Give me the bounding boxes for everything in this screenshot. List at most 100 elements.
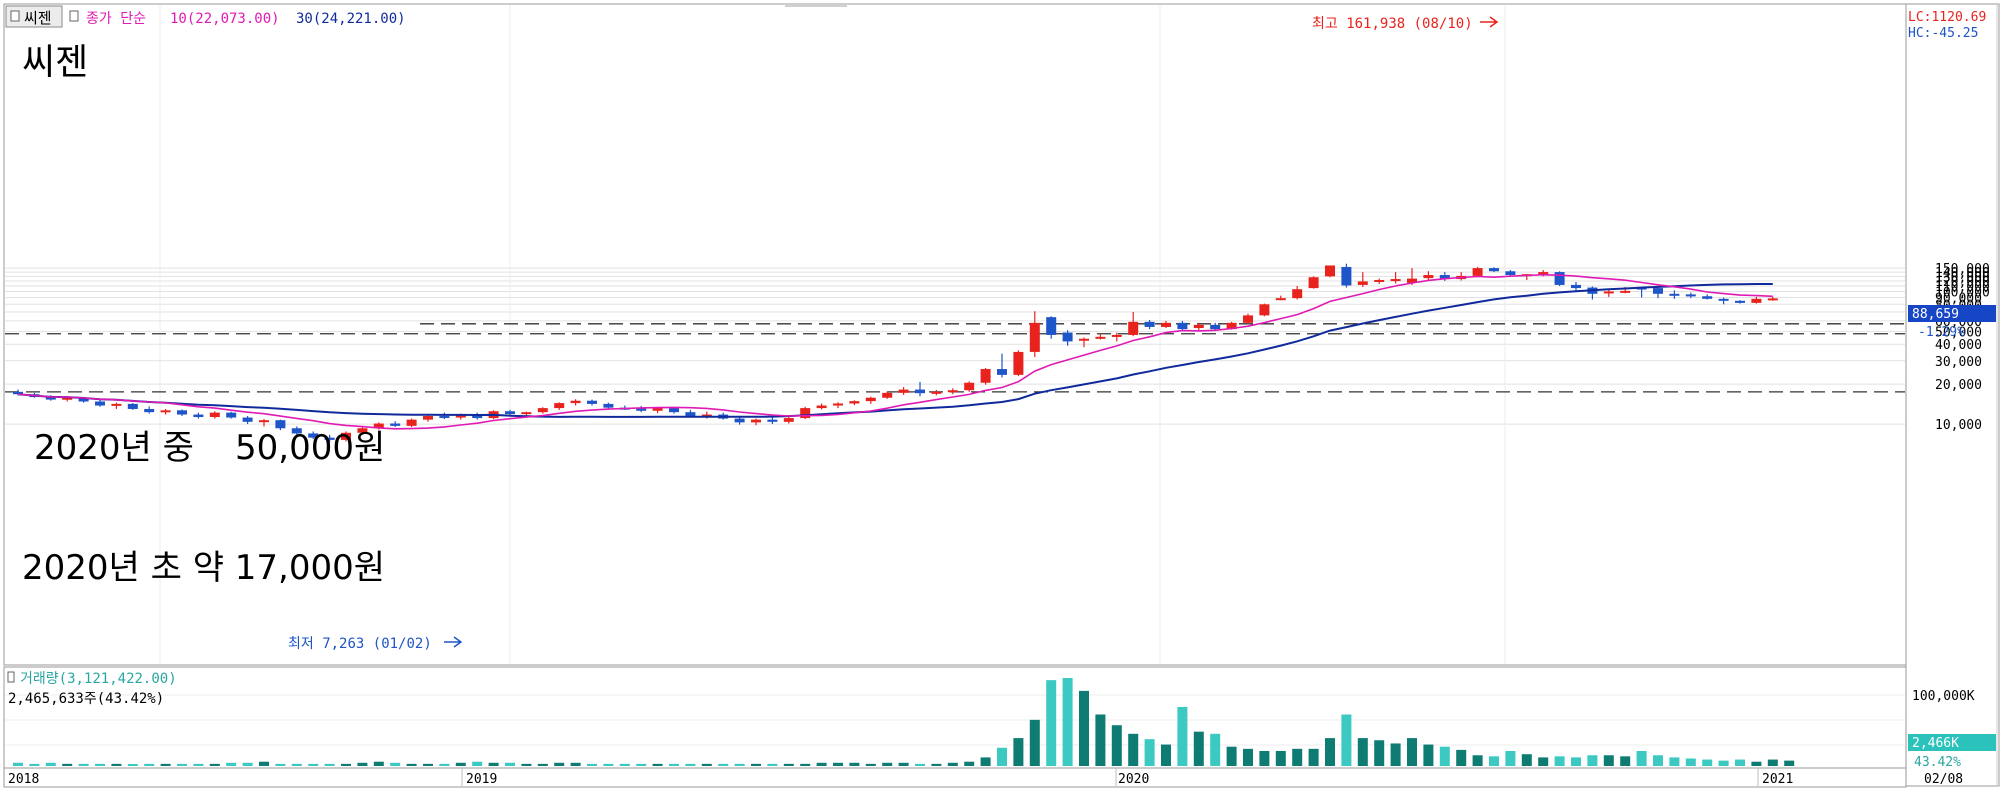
- volume-checkbox-icon[interactable]: [7, 671, 15, 683]
- volume-bar: [767, 763, 778, 766]
- volume-bar: [1374, 740, 1385, 766]
- volume-bar: [144, 763, 155, 766]
- candle-body: [537, 408, 548, 413]
- volume-bar: [554, 762, 565, 766]
- volume-bar: [800, 763, 811, 766]
- volume-bar: [13, 762, 23, 766]
- candle-body: [1718, 298, 1729, 301]
- volume-bar: [964, 761, 975, 766]
- candle-body: [833, 403, 843, 406]
- volume-bar: [1423, 744, 1434, 766]
- volume-badge-value: 2,466K: [1912, 736, 1959, 751]
- volume-bar: [1685, 758, 1696, 766]
- candle-body: [1390, 279, 1401, 282]
- candle-body: [1243, 315, 1253, 323]
- volume-badge-pct: 43.42%: [1914, 755, 1961, 770]
- volume-bar: [833, 762, 843, 766]
- volume-bar: [1489, 756, 1499, 766]
- low-label: 최저 7,263 (01/02): [288, 636, 432, 652]
- tab-checkbox-icon[interactable]: [10, 10, 20, 22]
- volume-bar: [1325, 738, 1335, 766]
- volume-bar: [1095, 714, 1106, 766]
- candle-body: [1210, 324, 1221, 330]
- volume-bar: [95, 763, 105, 766]
- volume-bar: [1653, 755, 1663, 766]
- candle-body: [1374, 280, 1385, 283]
- volume-bar: [1505, 750, 1516, 766]
- mid2020-label: 2020년 중: [34, 428, 194, 468]
- candle-body: [652, 408, 663, 411]
- candle-body: [1144, 321, 1155, 327]
- candle-body: [1505, 271, 1516, 276]
- candle-body: [1275, 298, 1286, 301]
- xaxis-2021: 2021: [1762, 772, 1793, 787]
- candle-body: [406, 419, 417, 426]
- ma10-label: 10(22,073.00): [170, 11, 280, 27]
- volume-bar: [1193, 731, 1204, 766]
- volume-bar: [423, 763, 433, 766]
- candle-body: [1571, 284, 1581, 289]
- candle-body: [554, 403, 565, 409]
- candle-body: [964, 382, 975, 391]
- stock-tab-label[interactable]: 씨젠: [24, 9, 52, 27]
- toolbar-stub: [785, 4, 847, 7]
- volume-bar: [669, 763, 679, 766]
- hc-label: HC:-45.25: [1908, 26, 1978, 41]
- volume-bar: [1735, 759, 1745, 766]
- volume-bar: [1029, 719, 1040, 766]
- volume-bar: [193, 763, 204, 766]
- candle-body: [160, 410, 171, 413]
- candle-body: [1767, 298, 1778, 301]
- candle-body: [669, 408, 679, 413]
- volume-bar: [1210, 733, 1221, 766]
- volume-bar: [1603, 755, 1614, 766]
- volume-bar: [1784, 760, 1795, 766]
- price-tick-label: 20,000: [1935, 378, 1982, 393]
- volume-bar: [472, 761, 483, 766]
- candle-body: [1702, 296, 1713, 299]
- candle-body: [882, 392, 893, 398]
- candle-body: [1489, 268, 1499, 272]
- volume-bar: [1144, 739, 1155, 766]
- candle-body: [1193, 324, 1204, 329]
- volume-bar: [1259, 750, 1270, 766]
- volume-bar: [718, 763, 729, 766]
- candle-body: [1062, 332, 1073, 342]
- volume-bar: [1620, 756, 1631, 766]
- candle-body: [734, 418, 745, 423]
- candle-body: [865, 397, 876, 402]
- volume-bar: [537, 763, 548, 766]
- ma30-label: 30(24,221.00): [296, 11, 406, 27]
- volume-bar: [1390, 743, 1401, 766]
- candle-body: [209, 412, 220, 418]
- stock-chart: 150,000140,000130,000120,000110,000100,0…: [3, 3, 2000, 788]
- volume-bar: [701, 763, 712, 766]
- volume-bar: [1472, 755, 1483, 766]
- candle-body: [1308, 277, 1319, 289]
- volume-bar: [127, 764, 138, 766]
- candle-body: [1292, 289, 1303, 299]
- volume-bar: [1308, 748, 1319, 766]
- volume-bar: [1407, 738, 1417, 766]
- candle-body: [1177, 322, 1188, 330]
- candle-body: [505, 411, 515, 415]
- candle-body: [390, 423, 401, 426]
- volume-bar: [587, 763, 597, 766]
- volume-bar: [1718, 760, 1729, 766]
- volume-bar: [1636, 750, 1647, 766]
- candle-body: [980, 369, 991, 383]
- high-label: 최고 161,938 (08/10): [1312, 16, 1473, 32]
- volume-bar: [1062, 678, 1073, 766]
- volume-bar: [357, 762, 368, 766]
- volume-bar: [373, 761, 384, 766]
- candle-body: [1357, 281, 1368, 285]
- candle-body: [751, 419, 761, 423]
- ma-checkbox-icon[interactable]: [69, 10, 79, 22]
- candle-body: [242, 417, 253, 422]
- price-tick-label: 30,000: [1935, 355, 1982, 370]
- candle-body: [1128, 321, 1139, 335]
- candle-body: [570, 400, 581, 404]
- candle-body: [1472, 268, 1483, 276]
- candle-body: [1259, 304, 1270, 316]
- volume-bar: [1521, 754, 1532, 766]
